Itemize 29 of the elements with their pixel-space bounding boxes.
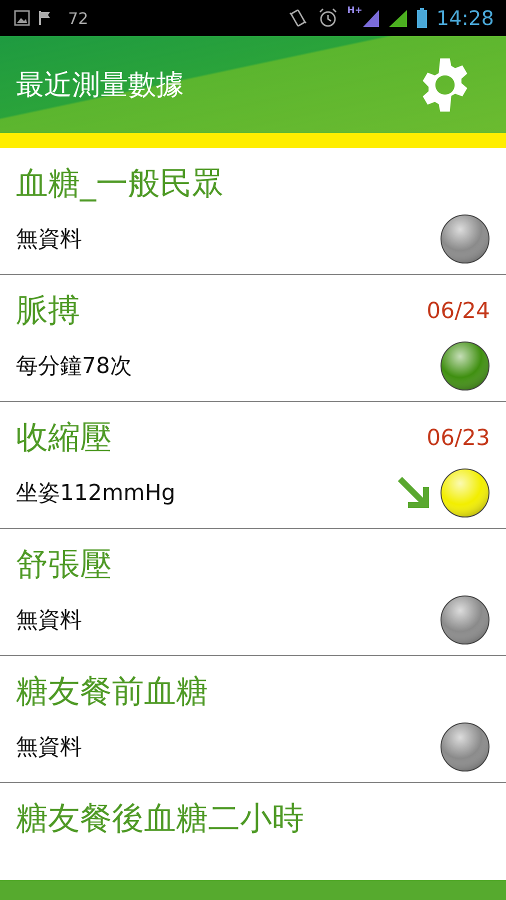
measurement-name: 收縮壓: [16, 417, 112, 458]
measurement-item[interactable]: 脈搏 06/24 每分鐘78次: [0, 275, 506, 402]
vibrate-icon: [287, 7, 310, 29]
measurement-date: 06/24: [426, 298, 490, 324]
clock-time: 14:28: [436, 6, 494, 30]
screen-title: 最近測量數據: [16, 66, 184, 102]
measurement-name: 脈搏: [16, 290, 80, 331]
measurement-name: 舒張壓: [16, 544, 112, 585]
measurement-item[interactable]: 舒張壓 無資料: [0, 529, 506, 656]
alarm-icon: [317, 7, 340, 29]
measurement-item[interactable]: 血糖_一般民眾 無資料: [0, 148, 506, 275]
measurement-date: 06/23: [426, 426, 490, 450]
measurement-reading: 坐姿112mmHg: [16, 480, 176, 508]
measurement-reading: 無資料: [16, 226, 83, 254]
signal-icon: [388, 8, 408, 28]
measurement-name: 血糖_一般民眾: [16, 163, 224, 204]
measurement-reading: 無資料: [16, 607, 83, 635]
battery-icon: [416, 8, 428, 28]
flag-icon: [38, 10, 52, 26]
measurement-reading: 每分鐘78次: [16, 353, 133, 381]
measurement-name: 糖友餐後血糖二小時: [16, 798, 304, 839]
measurement-reading: 無資料: [16, 734, 83, 762]
measurement-item[interactable]: 收縮壓 06/23 坐姿112mmHg: [0, 402, 506, 529]
signal-icon: [362, 8, 380, 28]
network-type: H+: [347, 6, 362, 16]
picture-icon: [14, 10, 30, 26]
notification-count: 72: [68, 8, 88, 28]
measurement-name: 糖友餐前血糖: [16, 671, 208, 712]
measurement-item[interactable]: 糖友餐前血糖 無資料: [0, 656, 506, 783]
